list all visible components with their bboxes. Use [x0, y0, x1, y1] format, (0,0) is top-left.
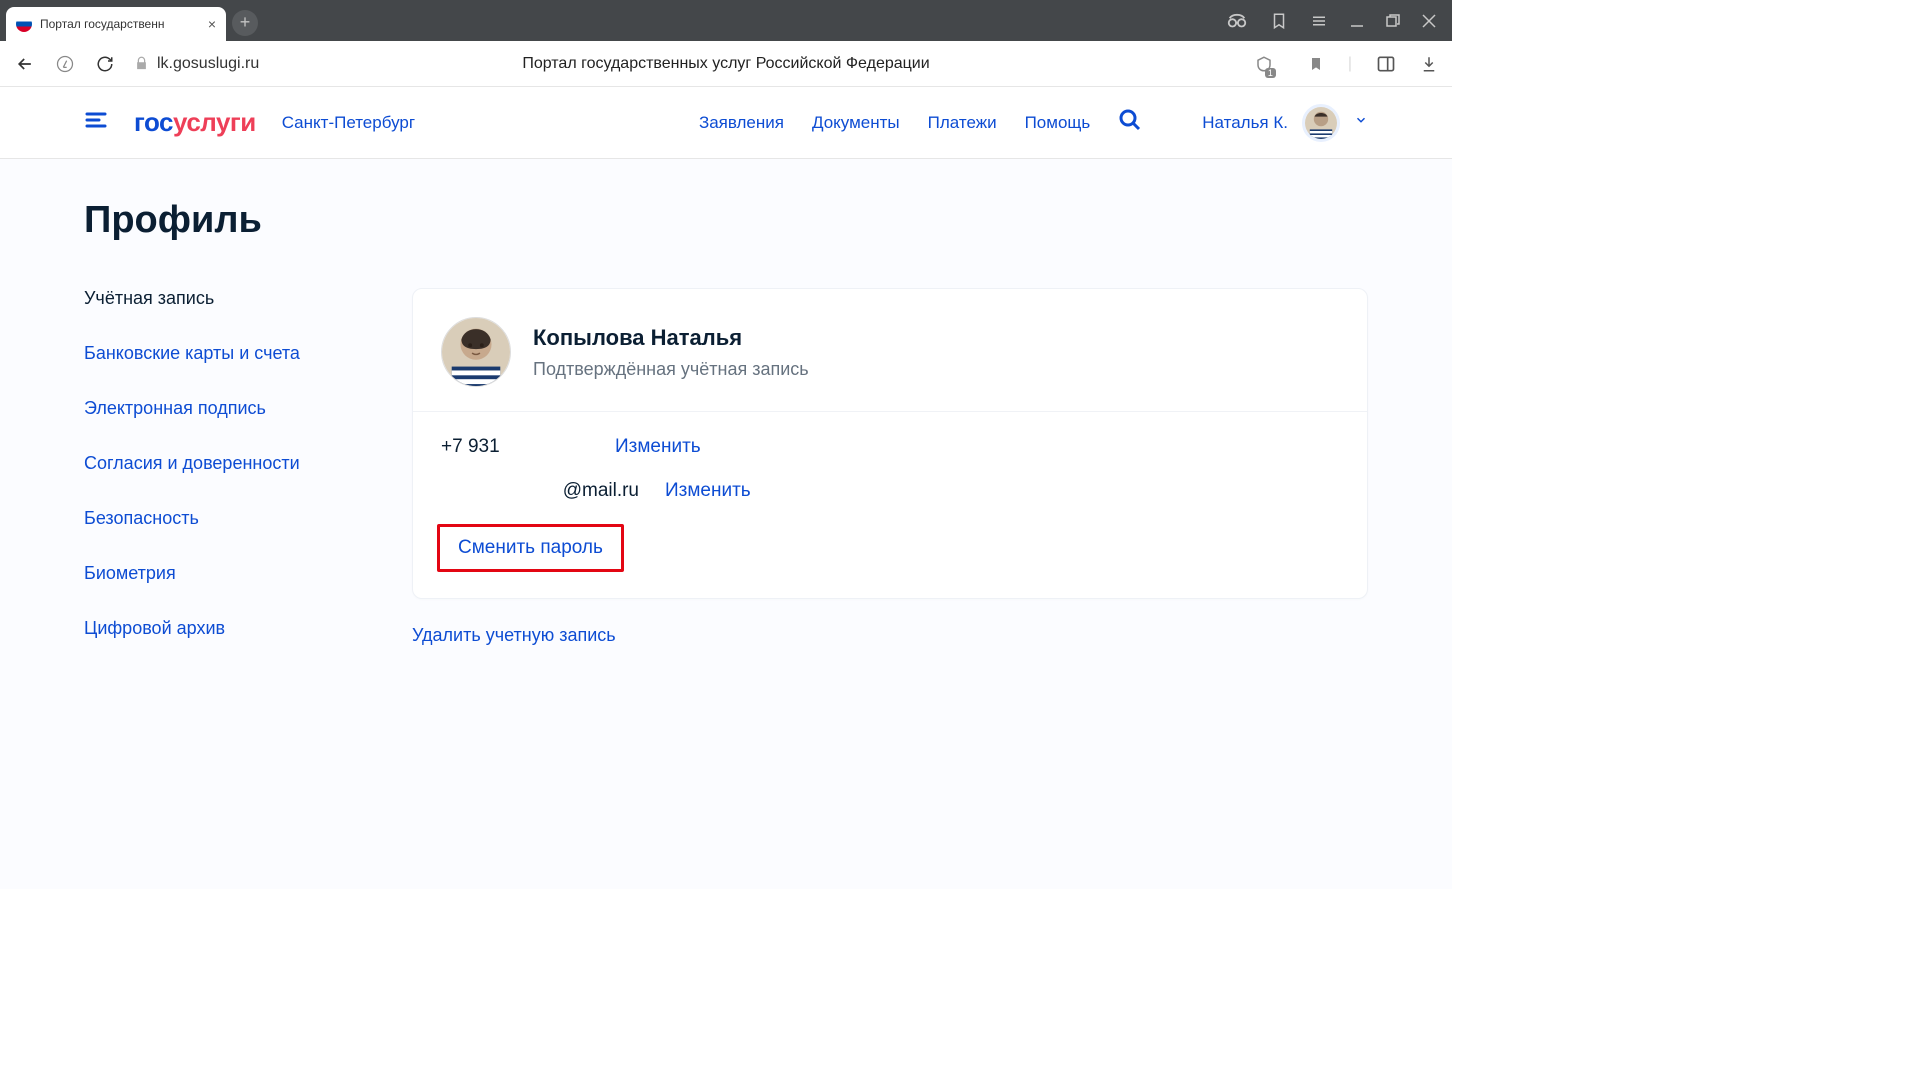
url-host: lk.gosuslugi.ru	[157, 55, 259, 73]
url-display[interactable]: lk.gosuslugi.ru	[134, 55, 259, 73]
main-content: Профиль Учётная запись Банковские карты …	[0, 159, 1452, 889]
bookmark-shield-icon[interactable]	[1270, 12, 1288, 30]
sidebar-item-account[interactable]: Учётная запись	[84, 288, 370, 309]
nav-documents[interactable]: Документы	[812, 113, 900, 133]
chevron-down-icon	[1354, 113, 1368, 132]
main-nav: Заявления Документы Платежи Помощь	[699, 108, 1142, 137]
nav-help[interactable]: Помощь	[1025, 113, 1091, 133]
phone-row: +7 931 Изменить	[441, 436, 1339, 458]
address-bar: lk.gosuslugi.ru Портал государственных у…	[0, 41, 1452, 87]
profile-full-name: Копылова Наталья	[533, 325, 809, 351]
back-button[interactable]	[14, 53, 36, 75]
sidebar-item-security[interactable]: Безопасность	[84, 508, 370, 529]
nav-payments[interactable]: Платежи	[928, 113, 997, 133]
change-password-highlight: Сменить пароль	[437, 524, 624, 572]
change-email-link[interactable]: Изменить	[665, 480, 751, 502]
change-password-link[interactable]: Сменить пароль	[440, 527, 621, 569]
email-row: @mail.ru Изменить	[441, 480, 1339, 502]
hamburger-menu[interactable]	[84, 108, 108, 137]
account-status: Подтверждённая учётная запись	[533, 359, 809, 380]
page-title-center: Портал государственных услуг Российской …	[522, 55, 929, 73]
nav-applications[interactable]: Заявления	[699, 113, 784, 133]
user-menu[interactable]: Наталья К.	[1202, 104, 1368, 142]
minimize-icon[interactable]	[1350, 14, 1364, 28]
city-selector[interactable]: Санкт-Петербург	[282, 113, 415, 133]
page-viewport: госуслуги Санкт-Петербург Заявления Доку…	[0, 87, 1452, 1079]
sidebar-item-digital-archive[interactable]: Цифровой архив	[84, 618, 370, 639]
close-tab-icon[interactable]: ×	[208, 16, 216, 32]
bookmark-icon[interactable]	[1308, 56, 1324, 72]
sidebar-item-signature[interactable]: Электронная подпись	[84, 398, 370, 419]
download-icon[interactable]	[1420, 55, 1438, 73]
extension-icon[interactable]: 1	[1255, 55, 1284, 73]
sidebar-item-consents[interactable]: Согласия и доверенности	[84, 453, 370, 474]
tab-title: Портал государственн	[40, 17, 200, 31]
change-phone-link[interactable]: Изменить	[615, 436, 701, 458]
sidebar-panel-icon[interactable]	[1376, 54, 1396, 74]
incognito-icon[interactable]	[1226, 10, 1248, 32]
account-card: Копылова Наталья Подтверждённая учётная …	[412, 288, 1368, 599]
yandex-services-button[interactable]	[54, 53, 76, 75]
favicon-russia-flag	[16, 16, 32, 32]
window-controls	[1226, 10, 1446, 32]
reload-button[interactable]	[94, 53, 116, 75]
tab-strip: Портал государственн × +	[0, 0, 1452, 41]
search-icon[interactable]	[1118, 108, 1142, 137]
sidebar-item-biometry[interactable]: Биометрия	[84, 563, 370, 584]
new-tab-button[interactable]: +	[232, 10, 258, 36]
profile-sidebar: Учётная запись Банковские карты и счета …	[84, 288, 370, 646]
site-header: госуслуги Санкт-Петербург Заявления Доку…	[0, 87, 1452, 159]
email-value: @mail.ru	[441, 480, 665, 502]
delete-account-link[interactable]: Удалить учетную запись	[412, 625, 616, 646]
user-name-label: Наталья К.	[1202, 113, 1288, 133]
lock-icon	[134, 56, 149, 71]
site-logo[interactable]: госуслуги	[134, 107, 256, 138]
close-window-icon[interactable]	[1422, 14, 1436, 28]
menu-icon[interactable]	[1310, 12, 1328, 30]
browser-tab[interactable]: Портал государственн ×	[6, 7, 226, 41]
phone-value: +7 931	[441, 436, 615, 458]
maximize-icon[interactable]	[1386, 14, 1400, 28]
user-avatar-large	[441, 317, 511, 387]
page-title: Профиль	[84, 199, 1368, 242]
sidebar-item-bank-cards[interactable]: Банковские карты и счета	[84, 343, 370, 364]
user-avatar-small	[1302, 104, 1340, 142]
